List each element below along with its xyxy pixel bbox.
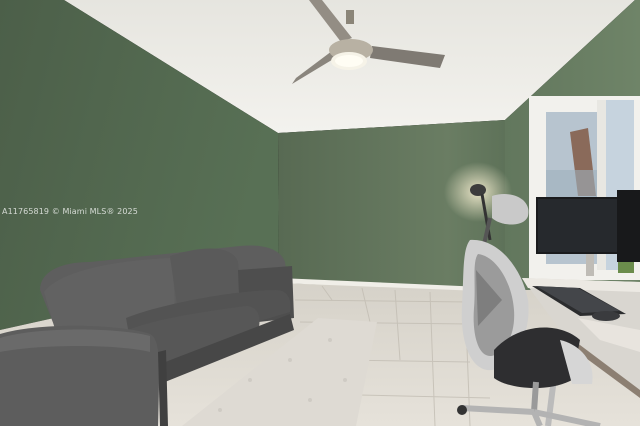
watermark: A11765819 © Miami MLS® 2025 [2, 207, 138, 216]
room-photo: A11765819 © Miami MLS® 2025 [0, 0, 640, 426]
